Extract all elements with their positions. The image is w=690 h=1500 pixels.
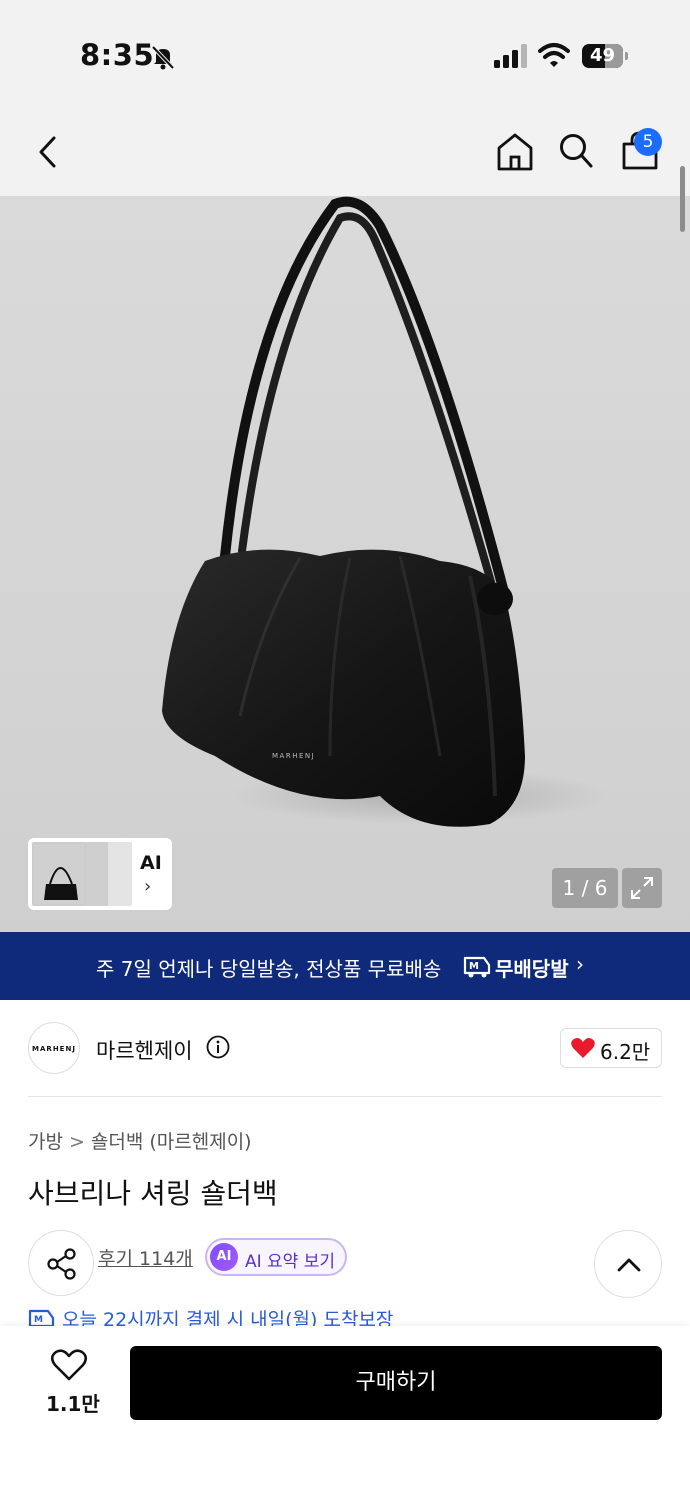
top-nav [0, 110, 690, 196]
expand-icon [631, 877, 653, 899]
ai-similar-thumbnails[interactable] [28, 838, 172, 910]
divider [28, 1096, 662, 1097]
banner-brand: 무배당발 [495, 957, 569, 981]
expand-button[interactable] [622, 868, 662, 908]
breadcrumb-item[interactable]: 가방 [28, 1131, 63, 1153]
breadcrumb-separator-icon: > [68, 1131, 85, 1153]
breadcrumb: 가방 > 숄더백 (마르헨제이) [28, 1127, 252, 1154]
truck-icon: M [28, 1309, 55, 1327]
bell-off-icon [151, 45, 175, 70]
scroll-indicator[interactable] [680, 166, 685, 232]
status-bar: 8:35 49 [0, 0, 690, 110]
banner-chevron-icon: › [576, 952, 584, 976]
info-icon[interactable] [206, 1035, 230, 1059]
bag-logo: MARHENJ [272, 752, 315, 760]
cart-count-badge: 5 [634, 128, 662, 156]
banner-text: 주 7일 언제나 당일발송, 전상품 무료배송 [96, 957, 442, 981]
svg-text:M: M [34, 1315, 43, 1325]
product-image: MARHENJ [162, 196, 610, 827]
review-link[interactable]: 후기 114개 [98, 1244, 193, 1271]
scroll-top-button[interactable] [594, 1230, 662, 1298]
ai-badge-icon: AI [210, 1243, 238, 1271]
search-icon[interactable] [558, 132, 594, 170]
battery-level: 49 [589, 45, 616, 66]
back-icon[interactable] [32, 132, 64, 172]
home-icon[interactable] [496, 132, 534, 172]
share-button[interactable] [28, 1230, 94, 1296]
breadcrumb-item[interactable]: 숄더백 (마르헨제이) [91, 1131, 252, 1153]
battery-indicator: 49 [582, 44, 628, 68]
brand-name[interactable]: 마르헨제이 [96, 1035, 193, 1065]
product-image-gallery[interactable]: MARHENJ [0, 196, 690, 932]
delivery-guarantee: M 오늘 22시까지 결제 시 내일(월) 도착보장 [28, 1305, 662, 1327]
ai-chevron-icon[interactable]: › [144, 876, 151, 897]
share-icon [47, 1248, 76, 1280]
brand-avatar[interactable]: MARHENJ [28, 1022, 80, 1074]
wish-count: 1.1만 [46, 1392, 100, 1416]
chevron-up-icon [617, 1258, 641, 1272]
thumbnail-bag-icon [44, 867, 78, 900]
ai-label[interactable]: AI [140, 852, 162, 874]
status-time: 8:35 [80, 38, 155, 72]
svg-text:M: M [469, 961, 479, 972]
buy-button[interactable]: 구매하기 [130, 1346, 662, 1420]
image-counter: 1 / 6 [552, 868, 618, 908]
ai-summary-label: AI 요약 보기 [245, 1252, 336, 1272]
heart-filled-icon [571, 1038, 595, 1058]
delivery-text: 오늘 22시까지 결제 시 내일(월) 도착보장 [62, 1309, 394, 1327]
product-title: 사브리나 셔링 숄더백 [28, 1177, 278, 1210]
wifi-icon [538, 43, 570, 67]
brand-like-count: 6.2만 [600, 1040, 651, 1064]
truck-icon: M [463, 956, 491, 978]
signal-icon [494, 44, 527, 68]
shipping-promo-banner[interactable]: 주 7일 언제나 당일발송, 전상품 무료배송 M 무배당발 › [0, 932, 690, 1000]
heart-outline-icon[interactable] [50, 1348, 88, 1382]
